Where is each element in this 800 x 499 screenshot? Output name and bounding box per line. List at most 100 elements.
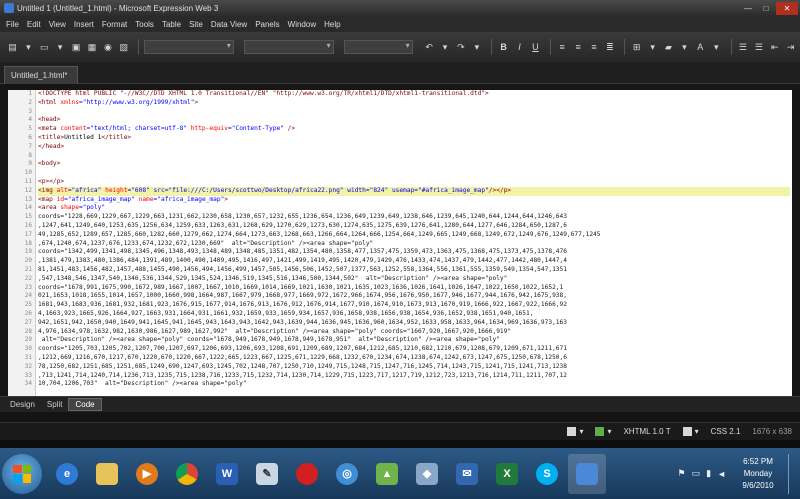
justify-icon[interactable]: ≣ [603,40,616,55]
code-view[interactable]: <!DOCTYPE html PUBLIC "-//W3C//DTD XHTML… [38,90,790,396]
network-icon[interactable]: ▮ [706,468,711,479]
code-line[interactable]: 942,1651,942,1650,940,1649,941,1645,941,… [38,319,790,328]
code-line[interactable]: ,1212,669,1216,670,1217,670,1220,670,122… [38,354,790,363]
align-center-icon[interactable]: ≡ [572,40,585,55]
clock[interactable]: 6:52 PM Monday 9/6/2010 [732,456,784,492]
code-line[interactable]: 1681,943,1683,936,1681,932,1681,923,1676… [38,301,790,310]
code-line[interactable]: 81,1451,483,1456,482,1457,488,1455,490,1… [38,266,790,275]
volume-icon[interactable]: ◄ [717,469,726,479]
code-line[interactable] [38,169,790,178]
taskbar-explorer[interactable] [88,454,126,494]
document-tab[interactable]: Untitled_1.html* [4,66,78,84]
menu-table[interactable]: Table [158,20,185,29]
undo-dropdown-icon[interactable]: ▾ [439,40,452,55]
preview-icon[interactable]: ◉ [101,40,114,55]
menu-site[interactable]: Site [185,20,207,29]
highlight-dropdown-icon[interactable]: ▾ [678,40,691,55]
flag-icon[interactable]: ⚑ [678,468,686,479]
taskbar-skype[interactable]: S [528,454,566,494]
status-page-size[interactable]: 1676 x 638 [752,427,792,436]
taskbar-tool[interactable]: ◆ [408,454,446,494]
start-button[interactable] [2,453,42,494]
code-line[interactable]: <area shape="poly" [38,204,790,213]
bold-button[interactable]: B [497,40,510,55]
font-family-dropdown[interactable] [243,40,334,54]
code-line[interactable]: <head> [38,116,790,125]
taskbar-word[interactable]: W [208,454,246,494]
code-line[interactable]: <meta content="text/html; charset=utf-8"… [38,125,790,134]
publish-icon[interactable]: ▧ [117,40,130,55]
menu-edit[interactable]: Edit [23,20,45,29]
open-dropdown-icon[interactable]: ▾ [54,40,67,55]
code-line[interactable]: ,713,1241,714,1240,714,1236,713,1235,715… [38,372,790,381]
borders-dropdown-icon[interactable]: ▾ [646,40,659,55]
style-dropdown[interactable] [144,40,234,54]
align-right-icon[interactable]: ≡ [588,40,601,55]
code-line[interactable]: ,1381,479,1383,480,1386,484,1391,489,140… [38,257,790,266]
status-css[interactable]: CSS 2.1 [711,427,741,436]
code-line[interactable]: <img alt="africa" height="608" src="file… [38,186,790,196]
undo-icon[interactable]: ↶ [423,40,436,55]
status-doctype[interactable]: XHTML 1.0 T [623,427,670,436]
status-style-icon[interactable]: ▾ [682,427,699,436]
code-line[interactable]: ,547,1348,546,1347,540,1346,536,1344,529… [38,275,790,284]
code-line[interactable]: ,1247,641,1249,640,1253,635,1256,634,125… [38,222,790,231]
increase-indent-icon[interactable]: ⇥ [784,40,797,55]
minimize-button[interactable]: — [740,2,756,15]
display-icon[interactable]: ▭ [692,468,701,479]
code-line[interactable]: coords="1228,669,1229,667,1229,663,1231,… [38,213,790,222]
italic-button[interactable]: I [513,40,526,55]
save-icon[interactable]: ▣ [70,40,83,55]
highlight-icon[interactable]: ▰ [662,40,675,55]
taskbar-excel[interactable]: X [488,454,526,494]
menu-window[interactable]: Window [284,20,320,29]
numbered-list-icon[interactable]: ☰ [737,40,750,55]
taskbar-network[interactable]: ◎ [328,454,366,494]
tab-code[interactable]: Code [68,398,102,411]
code-line[interactable]: 10,704,1206,703" alt="Description" /><ar… [38,380,790,389]
taskbar-paint[interactable] [288,454,326,494]
new-page-icon[interactable]: ▤ [6,40,19,55]
open-icon[interactable]: ▭ [38,40,51,55]
code-line[interactable]: 49,1285,652,1289,657,1285,660,1282,660,1… [38,231,790,240]
maximize-button[interactable]: □ [758,2,774,15]
show-desktop-button[interactable] [788,453,796,494]
borders-icon[interactable]: ⊞ [630,40,643,55]
code-line[interactable]: 78,1250,682,1251,685,1251,685,1249,690,1… [38,363,790,372]
menu-file[interactable]: File [2,20,23,29]
decrease-indent-icon[interactable]: ⇤ [768,40,781,55]
code-line[interactable]: <p></p> [38,178,790,187]
underline-button[interactable]: U [529,40,542,55]
code-line[interactable]: coords="1342,499,1341,498,1345,496,1348,… [38,248,790,257]
status-page-icon[interactable]: ▾ [567,427,583,436]
taskbar-chrome[interactable] [168,454,206,494]
redo-dropdown-icon[interactable]: ▾ [470,40,483,55]
font-color-dropdown-icon[interactable]: ▾ [710,40,723,55]
menu-view[interactable]: View [45,20,70,29]
taskbar-media-player[interactable]: ▶ [128,454,166,494]
code-line[interactable]: coords="1678,991,1675,990,1672,989,1667,… [38,284,790,293]
redo-icon[interactable]: ↷ [454,40,467,55]
code-line[interactable]: ,674,1240,674,1237,676,1233,674,1232,672… [38,240,790,249]
menu-help[interactable]: Help [320,20,344,29]
menu-format[interactable]: Format [98,20,131,29]
code-line[interactable]: <html xmlns="http://www.w3.org/1999/xhtm… [38,99,790,108]
code-line[interactable]: 4,976,1634,978,1632,982,1630,986,1627,98… [38,328,790,337]
taskbar-outlook[interactable]: ✉ [448,454,486,494]
status-validation-icon[interactable]: ▾ [595,427,611,436]
code-line[interactable]: </head> [38,143,790,152]
new-dropdown-icon[interactable]: ▾ [22,40,35,55]
code-line[interactable]: 021,1653,1018,1655,1014,1657,1000,1660,9… [38,292,790,301]
code-line[interactable] [38,152,790,161]
code-line[interactable]: <map id="africa_image_map" name="africa_… [38,196,790,205]
code-line[interactable]: <title>Untitled 1</title> [38,134,790,143]
taskbar-expression-web[interactable] [568,453,606,494]
taskbar-internet-explorer[interactable]: e [48,454,86,494]
menu-insert[interactable]: Insert [70,20,98,29]
menu-panels[interactable]: Panels [251,20,283,29]
menu-tools[interactable]: Tools [131,20,158,29]
code-line[interactable]: alt="Description" /><area shape="poly" c… [38,336,790,345]
taskbar-image-viewer[interactable]: ▲ [368,454,406,494]
align-left-icon[interactable]: ≡ [556,40,569,55]
taskbar-notepad[interactable]: ✎ [248,454,286,494]
